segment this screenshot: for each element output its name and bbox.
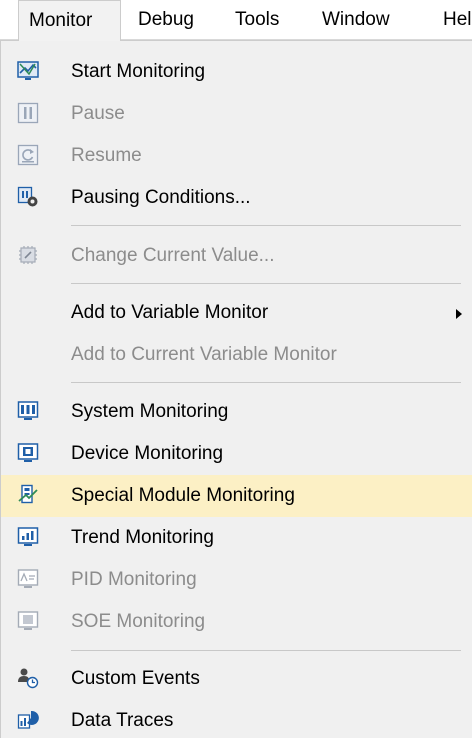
custom-events-icon [18, 668, 39, 689]
menu-window[interactable]: Window [322, 0, 390, 40]
change-value-icon [19, 246, 37, 264]
special-module-icon [18, 484, 38, 504]
menu-item-system-monitoring[interactable]: System Monitoring [1, 391, 472, 433]
menu-bar: Monitor Debug Tools Window Hel [0, 0, 472, 41]
menu-item-label: Resume [71, 145, 142, 166]
data-traces-icon [17, 710, 39, 729]
menu-tools[interactable]: Tools [235, 0, 279, 40]
menu-item-device-monitoring[interactable]: Device Monitoring [1, 433, 472, 475]
menu-item-label: SOE Monitoring [71, 611, 206, 632]
menu-item-label: Start Monitoring [71, 61, 206, 82]
resume-icon [17, 144, 39, 166]
menu-item-soe-monitoring[interactable]: SOE Monitoring [1, 601, 472, 643]
menu-item-label: Custom Events [71, 668, 200, 689]
menu-monitor[interactable]: Monitor [18, 0, 121, 41]
menu-item-label: Device Monitoring [71, 443, 224, 464]
pause-icon [17, 102, 39, 124]
monitor-start-icon [17, 61, 39, 80]
device-monitoring-icon [17, 443, 39, 462]
menu-item-start-monitoring[interactable]: Start Monitoring [1, 51, 472, 93]
menu-item-trend-monitoring[interactable]: Trend Monitoring [1, 517, 472, 559]
menu-separator [71, 225, 461, 226]
menu-separator [71, 650, 461, 651]
menu-item-data-traces[interactable]: Data Traces [1, 700, 472, 742]
menu-item-special-module-monitoring[interactable]: Special Module Monitoring [1, 475, 472, 517]
menu-separator [71, 382, 461, 383]
system-monitoring-icon [17, 401, 39, 420]
menu-item-change-current-value[interactable]: Change Current Value... [1, 235, 472, 277]
menu-item-label: Add to Variable Monitor [71, 302, 269, 323]
menu-item-pausing-conditions[interactable]: Pausing Conditions... [1, 177, 472, 219]
menu-separator [71, 283, 461, 284]
menu-item-pid-monitoring[interactable]: PID Monitoring [1, 559, 472, 601]
menu-item-label: Pausing Conditions... [71, 187, 251, 208]
menu-help[interactable]: Hel [443, 0, 472, 40]
menu-item-label: Trend Monitoring [71, 527, 214, 548]
pausing-conditions-icon [17, 186, 38, 207]
trend-monitoring-icon [17, 527, 39, 546]
pid-monitoring-icon [17, 569, 39, 588]
menu-item-add-to-current-variable-monitor[interactable]: Add to Current Variable Monitor [1, 334, 472, 376]
menu-item-label: Add to Current Variable Monitor [71, 344, 337, 365]
submenu-arrow-icon [456, 309, 462, 319]
menu-item-label: Change Current Value... [71, 245, 275, 266]
menu-item-add-to-variable-monitor[interactable]: Add to Variable Monitor [1, 292, 472, 334]
menu-item-pause[interactable]: Pause [1, 93, 472, 135]
monitor-dropdown-menu: Start Monitoring Pause Resume Pausing Co… [0, 40, 472, 738]
menu-item-label: System Monitoring [71, 401, 229, 422]
soe-monitoring-icon [17, 611, 39, 630]
menu-item-label: PID Monitoring [71, 569, 197, 590]
menu-item-resume[interactable]: Resume [1, 135, 472, 177]
menu-item-label: Special Module Monitoring [71, 485, 295, 506]
menu-debug[interactable]: Debug [138, 0, 194, 40]
menu-item-label: Data Traces [71, 710, 174, 731]
menu-item-label: Pause [71, 103, 125, 124]
menu-item-custom-events[interactable]: Custom Events [1, 658, 472, 700]
